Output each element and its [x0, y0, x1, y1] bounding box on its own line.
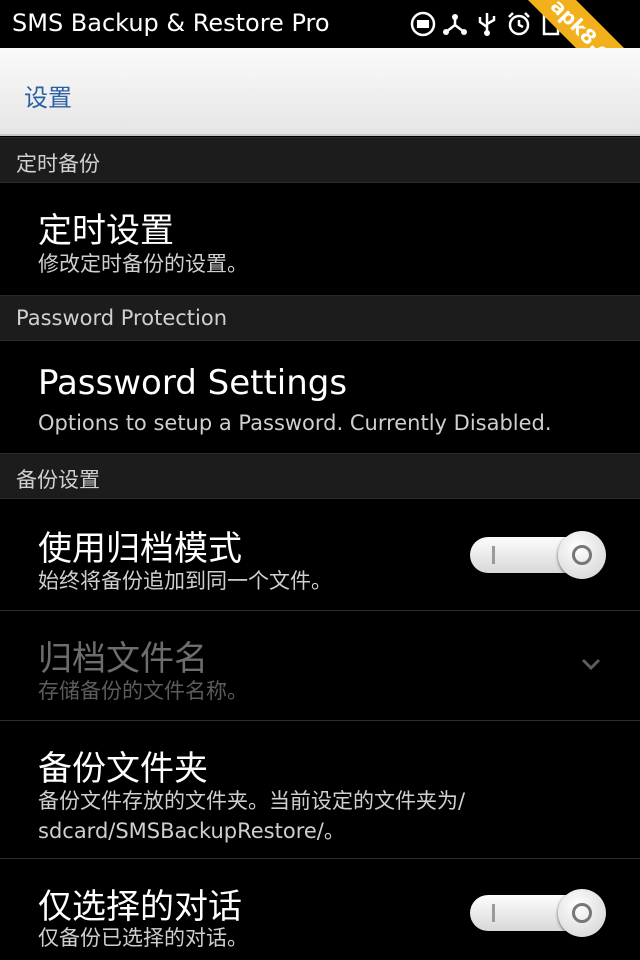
archive-filename-item: 归档文件名 存储备份的文件名称。 — [0, 611, 640, 721]
app-title: SMS Backup & Restore Pro — [12, 9, 330, 37]
item-title: 仅选择的对话 — [38, 887, 242, 927]
schedule-settings-item[interactable]: 定时设置 修改定时备份的设置。 — [0, 183, 640, 295]
section-header-backup: 备份设置 — [0, 453, 640, 499]
action-bar: 设置 — [0, 48, 640, 136]
item-subtitle: 始终将备份追加到同一个文件。 — [38, 569, 332, 593]
section-header-password: Password Protection — [0, 295, 640, 341]
section-header-scheduled: 定时备份 — [0, 137, 640, 183]
selected-conversations-item[interactable]: 仅选择的对话 仅备份已选择的对话。 — [0, 859, 640, 960]
archive-mode-toggle[interactable] — [470, 531, 606, 579]
status-bar: SMS Backup & Restore Pro apk8.com — [0, 0, 640, 114]
share-icon — [442, 11, 468, 37]
selected-conversations-toggle[interactable] — [470, 889, 606, 937]
section-label: 备份设置 — [16, 468, 100, 492]
item-title: 归档文件名 — [38, 639, 208, 679]
chevron-down-icon — [581, 658, 601, 671]
message-icon — [410, 11, 436, 37]
item-title: Password Settings — [38, 363, 348, 403]
item-subtitle: 修改定时备份的设置。 — [38, 252, 248, 276]
section-label: Password Protection — [16, 306, 228, 330]
page-title: 设置 — [24, 84, 72, 112]
backup-folder-item[interactable]: 备份文件夹 备份文件存放的文件夹。当前设定的文件夹为/ sdcard/SMSBa… — [0, 721, 640, 859]
item-subtitle: Options to setup a Password. Currently D… — [38, 411, 552, 435]
toggle-knob — [558, 531, 606, 579]
password-settings-item[interactable]: Password Settings Options to setup a Pas… — [0, 341, 640, 453]
section-label: 定时备份 — [16, 152, 100, 176]
item-subtitle: 存储备份的文件名称。 — [38, 679, 248, 703]
usb-icon — [474, 11, 500, 37]
item-subtitle-line1: 备份文件存放的文件夹。当前设定的文件夹为/ — [38, 789, 466, 813]
item-subtitle-line2: sdcard/SMSBackupRestore/。 — [38, 819, 345, 843]
item-subtitle: 仅备份已选择的对话。 — [38, 926, 248, 950]
item-title: 备份文件夹 — [38, 749, 208, 789]
item-title: 使用归档模式 — [38, 529, 242, 569]
item-title: 定时设置 — [38, 211, 174, 251]
archive-mode-item[interactable]: 使用归档模式 始终将备份追加到同一个文件。 — [0, 499, 640, 611]
toggle-knob — [558, 889, 606, 937]
